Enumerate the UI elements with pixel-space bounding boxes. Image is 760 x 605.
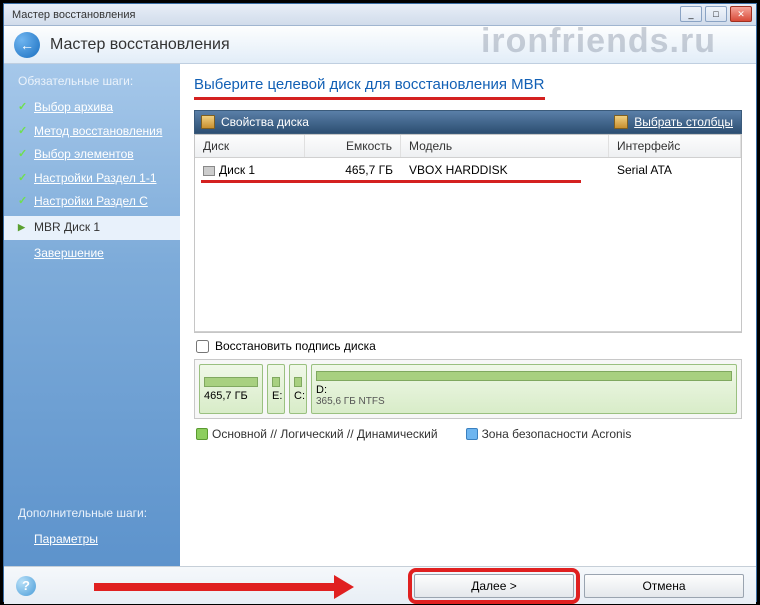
- disk-icon: [203, 166, 215, 176]
- restore-signature-label: Восстановить подпись диска: [215, 339, 376, 353]
- step-archive[interactable]: Выбор архива: [18, 96, 170, 120]
- close-button[interactable]: ✕: [730, 6, 752, 22]
- th-disk[interactable]: Диск: [195, 135, 305, 157]
- th-interface[interactable]: Интерфейс: [609, 135, 741, 157]
- legend: Основной // Логический // Динамический З…: [194, 419, 742, 445]
- table-body: Диск 1 465,7 ГБ VBOX HARDDISK Serial ATA: [195, 158, 741, 332]
- sidebar-section-optional: Дополнительные шаги:: [18, 506, 147, 520]
- cell-capacity: 465,7 ГБ: [305, 161, 401, 179]
- legend-primary-label: Основной // Логический // Динамический: [212, 427, 438, 441]
- wizard-window: Мастер восстановления _ □ ✕ ← Мастер вос…: [3, 3, 757, 602]
- help-button[interactable]: ?: [16, 576, 36, 596]
- partition-d-detail: 365,6 ГБ NTFS: [316, 396, 732, 407]
- step-partition-c[interactable]: Настройки Раздел C: [18, 190, 170, 214]
- sidebar: Обязательные шаги: Выбор архива Метод во…: [4, 64, 180, 566]
- step-mbr-disk1[interactable]: MBR Диск 1: [4, 216, 180, 240]
- partition-c[interactable]: C:: [289, 364, 307, 414]
- cell-disk: Диск 1: [219, 163, 255, 177]
- titlebar: Мастер восстановления _ □ ✕: [4, 4, 756, 26]
- restore-signature-checkbox[interactable]: [196, 340, 209, 353]
- legend-primary-swatch: [196, 428, 208, 440]
- partition-e-label: E:: [272, 390, 280, 402]
- cancel-button[interactable]: Отмена: [584, 574, 744, 598]
- step-params[interactable]: Параметры: [18, 528, 147, 552]
- choose-columns-button[interactable]: Выбрать столбцы: [614, 115, 741, 129]
- partition-e[interactable]: E:: [267, 364, 285, 414]
- partition-bar: 465,7 ГБ E: C: D: 365,6 ГБ NTFS: [194, 359, 742, 419]
- cell-model: VBOX HARDDISK: [401, 161, 609, 179]
- disk-table: Диск Емкость Модель Интерфейс Диск 1 465…: [194, 134, 742, 333]
- header-title: Мастер восстановления: [50, 36, 230, 54]
- header: ← Мастер восстановления: [4, 26, 756, 64]
- step-elements[interactable]: Выбор элементов: [18, 143, 170, 167]
- footer: ? Далее > Отмена: [4, 566, 756, 604]
- main-panel: Выберите целевой диск для восстановления…: [180, 64, 756, 566]
- step-method[interactable]: Метод восстановления: [18, 120, 170, 144]
- annotation-underline: [201, 180, 581, 183]
- maximize-button[interactable]: □: [705, 6, 727, 22]
- partition-d-label: D:: [316, 384, 732, 396]
- th-model[interactable]: Модель: [401, 135, 609, 157]
- back-button[interactable]: ←: [14, 32, 40, 58]
- partition-d[interactable]: D: 365,6 ГБ NTFS: [311, 364, 737, 414]
- restore-signature-row: Восстановить подпись диска: [194, 333, 742, 359]
- step-partition-1-1[interactable]: Настройки Раздел 1-1: [18, 167, 170, 191]
- table-toolbar: Свойства диска Выбрать столбцы: [194, 110, 742, 134]
- partition-c-label: C:: [294, 390, 302, 402]
- choose-columns-label: Выбрать столбцы: [634, 115, 733, 129]
- minimize-button[interactable]: _: [680, 6, 702, 22]
- partition-total-label: 465,7 ГБ: [204, 390, 258, 402]
- legend-acronis-label: Зона безопасности Acronis: [482, 427, 632, 441]
- legend-acronis-swatch: [466, 428, 478, 440]
- table-row[interactable]: Диск 1 465,7 ГБ VBOX HARDDISK Serial ATA: [195, 158, 741, 182]
- main-title: Выберите целевой диск для восстановления…: [194, 76, 545, 100]
- cell-interface: Serial ATA: [609, 161, 741, 179]
- th-capacity[interactable]: Емкость: [305, 135, 401, 157]
- annotation-arrow: [94, 579, 354, 595]
- table-header: Диск Емкость Модель Интерфейс: [195, 135, 741, 158]
- window-title: Мастер восстановления: [8, 9, 135, 21]
- partition-total[interactable]: 465,7 ГБ: [199, 364, 263, 414]
- next-button[interactable]: Далее >: [414, 574, 574, 598]
- disk-properties-icon: [201, 115, 215, 129]
- sidebar-section-required: Обязательные шаги:: [18, 74, 170, 88]
- columns-icon: [614, 115, 628, 129]
- step-finish[interactable]: Завершение: [18, 242, 170, 266]
- disk-properties-button[interactable]: Свойства диска: [221, 115, 309, 129]
